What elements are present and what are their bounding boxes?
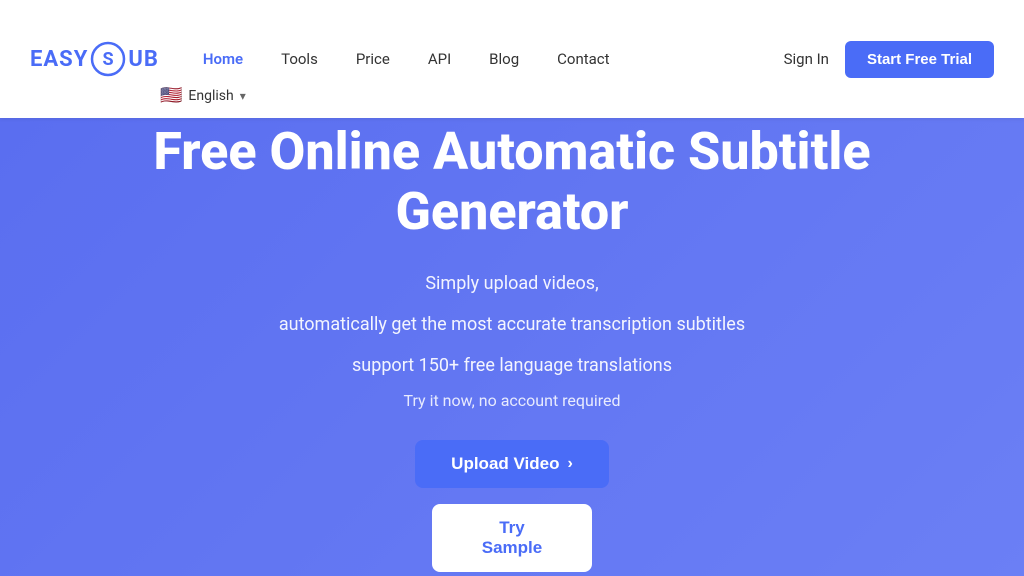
arrow-icon: › (567, 455, 572, 473)
nav-item-contact[interactable]: Contact (543, 44, 623, 74)
logo-text-ub: UB (128, 47, 159, 72)
nav-item-home[interactable]: Home (189, 44, 257, 74)
cta-buttons: Upload Video › Try Sample (415, 440, 609, 572)
navbar: EASY S UB Home Tools Price API Blog Cont… (0, 0, 1024, 118)
sign-in-link[interactable]: Sign In (784, 50, 829, 68)
nav-item-tools[interactable]: Tools (267, 44, 332, 74)
flag-icon: 🇺🇸 (160, 85, 182, 106)
upload-label: Upload Video (451, 454, 559, 474)
logo-text: EASY (30, 47, 88, 72)
nav-item-blog[interactable]: Blog (475, 44, 533, 74)
nav-links: Home Tools Price API Blog Contact (189, 44, 784, 74)
logo-icon: S (90, 41, 126, 77)
hero-section: Free Online Automatic Subtitle Generator… (0, 118, 1024, 576)
upload-video-button[interactable]: Upload Video › (415, 440, 609, 488)
logo[interactable]: EASY S UB (30, 41, 159, 77)
hero-subtitle-line1: Simply upload videos, (425, 269, 598, 300)
language-label: English (188, 88, 233, 104)
hero-tagline: Try it now, no account required (404, 391, 621, 410)
nav-item-api[interactable]: API (414, 44, 465, 74)
hero-title: Free Online Automatic Subtitle Generator (32, 122, 992, 242)
try-sample-button[interactable]: Try Sample (432, 504, 592, 572)
nav-item-price[interactable]: Price (342, 44, 404, 74)
language-selector[interactable]: 🇺🇸 English ▾ (160, 85, 246, 106)
start-trial-button[interactable]: Start Free Trial (845, 41, 994, 78)
chevron-down-icon: ▾ (240, 89, 246, 103)
svg-text:S: S (103, 49, 114, 70)
hero-subtitle-line2: automatically get the most accurate tran… (279, 310, 745, 341)
nav-right: Sign In Start Free Trial (784, 41, 994, 78)
hero-subtitle-line3: support 150+ free language translations (352, 351, 672, 382)
